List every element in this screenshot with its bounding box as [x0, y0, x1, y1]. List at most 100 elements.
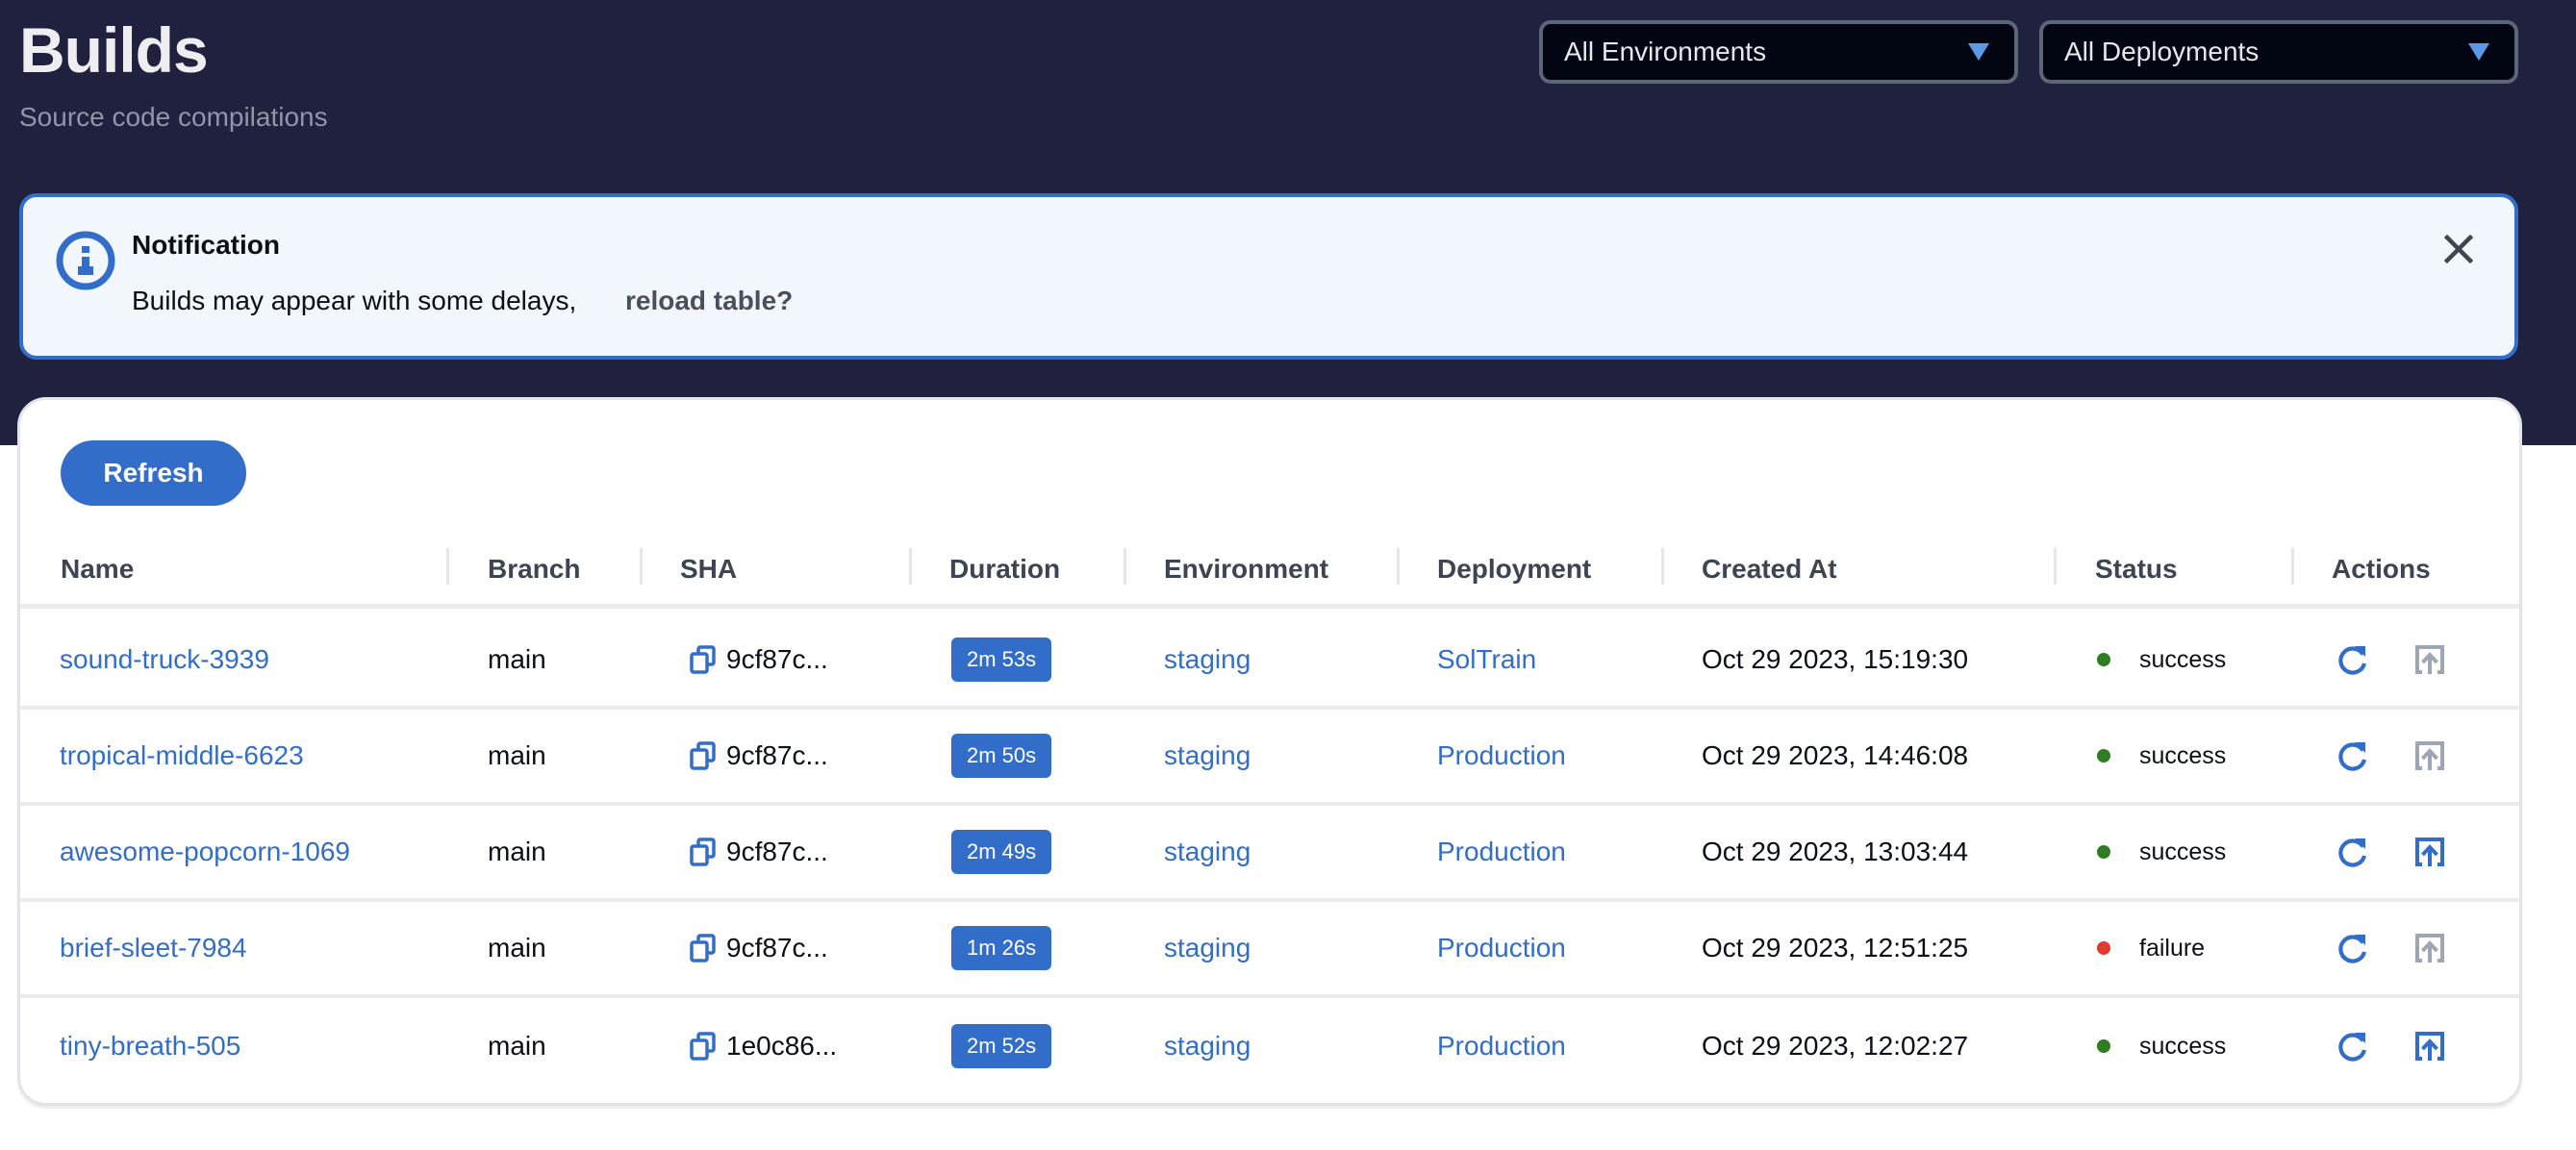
table-row: tiny-breath-505 main 1e0c86... 2m 52s st…	[20, 998, 2519, 1094]
promote-icon[interactable]	[2412, 931, 2447, 965]
column-divider	[1124, 548, 1126, 585]
created-at-value: Oct 29 2023, 13:03:44	[1702, 837, 1969, 866]
duration-badge: 2m 52s	[951, 1024, 1052, 1068]
status-badge: success	[2139, 645, 2227, 673]
environment-link[interactable]: staging	[1164, 1031, 1250, 1062]
column-divider	[2054, 548, 2057, 585]
sha-value: 9cf87c...	[726, 740, 828, 770]
table-row: sound-truck-3939 main 9cf87c... 2m 53s s…	[20, 613, 2519, 710]
column-header-name[interactable]: Name	[61, 554, 134, 585]
duration-badge: 2m 50s	[951, 734, 1052, 778]
created-at-value: Oct 29 2023, 15:19:30	[1702, 644, 1969, 674]
builds-table-card: Refresh Name Branch SHA Duration Environ…	[17, 397, 2522, 1106]
build-name-link[interactable]: tropical-middle-6623	[60, 740, 304, 771]
redeploy-icon[interactable]	[2336, 931, 2370, 965]
column-header-environment[interactable]: Environment	[1164, 554, 1328, 585]
branch-value: main	[488, 933, 546, 962]
status-badge: success	[2139, 741, 2227, 769]
table-row: awesome-popcorn-1069 main 9cf87c... 2m 4…	[20, 806, 2519, 902]
promote-icon[interactable]	[2412, 1029, 2447, 1063]
duration-badge: 2m 49s	[951, 830, 1052, 874]
redeploy-icon[interactable]	[2336, 835, 2370, 869]
promote-icon[interactable]	[2412, 642, 2447, 677]
status-dot-icon	[2097, 845, 2110, 859]
column-divider	[1661, 548, 1664, 585]
copy-icon[interactable]	[690, 934, 717, 962]
refresh-button[interactable]: Refresh	[61, 440, 246, 506]
column-header-duration[interactable]: Duration	[949, 554, 1060, 585]
build-name-link[interactable]: sound-truck-3939	[60, 644, 269, 675]
column-header-status[interactable]: Status	[2095, 554, 2178, 585]
sha-value: 9cf87c...	[726, 837, 828, 866]
branch-value: main	[488, 644, 546, 674]
environment-link[interactable]: staging	[1164, 837, 1250, 867]
copy-icon[interactable]	[690, 645, 717, 674]
copy-icon[interactable]	[690, 1032, 717, 1061]
page-title: Builds	[19, 14, 209, 86]
environment-filter-select[interactable]: All Environments	[1539, 20, 2018, 84]
table-header: Name Branch SHA Duration Environment Dep…	[20, 533, 2519, 609]
info-icon	[56, 231, 115, 290]
environment-link[interactable]: staging	[1164, 644, 1250, 675]
column-divider	[909, 548, 912, 585]
environment-link[interactable]: staging	[1164, 740, 1250, 771]
deployment-filter-value: All Deployments	[2064, 37, 2260, 66]
caret-down-icon	[2468, 43, 2489, 61]
status-badge: failure	[2139, 934, 2206, 962]
build-name-link[interactable]: brief-sleet-7984	[60, 933, 247, 963]
column-header-sha[interactable]: SHA	[680, 554, 737, 585]
column-header-created-at[interactable]: Created At	[1702, 554, 1837, 585]
redeploy-icon[interactable]	[2336, 642, 2370, 677]
build-name-link[interactable]: tiny-breath-505	[60, 1031, 240, 1062]
reload-table-link[interactable]: reload table?	[625, 286, 793, 316]
status-badge: success	[2139, 838, 2227, 865]
status-dot-icon	[2097, 1039, 2110, 1053]
table-row: brief-sleet-7984 main 9cf87c... 1m 26s s…	[20, 902, 2519, 998]
column-header-deployment[interactable]: Deployment	[1437, 554, 1591, 585]
deployment-link[interactable]: Production	[1437, 740, 1566, 771]
created-at-value: Oct 29 2023, 12:02:27	[1702, 1031, 1969, 1061]
status-dot-icon	[2097, 749, 2110, 762]
page-header: Builds Source code compilations All Envi…	[0, 0, 2576, 445]
column-divider	[1397, 548, 1400, 585]
status-badge: success	[2139, 1032, 2227, 1060]
duration-badge: 1m 26s	[951, 926, 1052, 970]
environment-link[interactable]: staging	[1164, 933, 1250, 963]
status-dot-icon	[2097, 941, 2110, 955]
deployment-link[interactable]: SolTrain	[1437, 644, 1536, 675]
column-header-branch[interactable]: Branch	[488, 554, 580, 585]
build-name-link[interactable]: awesome-popcorn-1069	[60, 837, 350, 867]
sha-value: 9cf87c...	[726, 644, 828, 674]
table-row: tropical-middle-6623 main 9cf87c... 2m 5…	[20, 710, 2519, 806]
column-divider	[640, 548, 643, 585]
redeploy-icon[interactable]	[2336, 1029, 2370, 1063]
sha-value: 9cf87c...	[726, 933, 828, 962]
deployment-link[interactable]: Production	[1437, 933, 1566, 963]
copy-icon[interactable]	[690, 741, 717, 770]
deployment-link[interactable]: Production	[1437, 1031, 1566, 1062]
branch-value: main	[488, 740, 546, 770]
notification-banner: Notification Builds may appear with some…	[19, 193, 2518, 360]
branch-value: main	[488, 837, 546, 866]
promote-icon[interactable]	[2412, 738, 2447, 773]
created-at-value: Oct 29 2023, 14:46:08	[1702, 740, 1969, 770]
branch-value: main	[488, 1031, 546, 1061]
column-header-actions: Actions	[2332, 554, 2431, 584]
redeploy-icon[interactable]	[2336, 738, 2370, 773]
column-divider	[2291, 548, 2294, 585]
deployment-filter-select[interactable]: All Deployments	[2039, 20, 2518, 84]
deployment-link[interactable]: Production	[1437, 837, 1566, 867]
sha-value: 1e0c86...	[726, 1031, 838, 1061]
environment-filter-value: All Environments	[1564, 37, 1767, 66]
status-dot-icon	[2097, 653, 2110, 666]
notification-message: Builds may appear with some delays,	[132, 286, 577, 315]
caret-down-icon	[1968, 43, 1989, 61]
promote-icon[interactable]	[2412, 835, 2447, 869]
duration-badge: 2m 53s	[951, 638, 1052, 682]
created-at-value: Oct 29 2023, 12:51:25	[1702, 933, 1969, 962]
copy-icon[interactable]	[690, 838, 717, 866]
notification-title: Notification	[132, 230, 280, 260]
column-divider	[446, 548, 449, 585]
close-icon[interactable]	[2439, 230, 2478, 268]
page-subtitle: Source code compilations	[19, 102, 328, 132]
